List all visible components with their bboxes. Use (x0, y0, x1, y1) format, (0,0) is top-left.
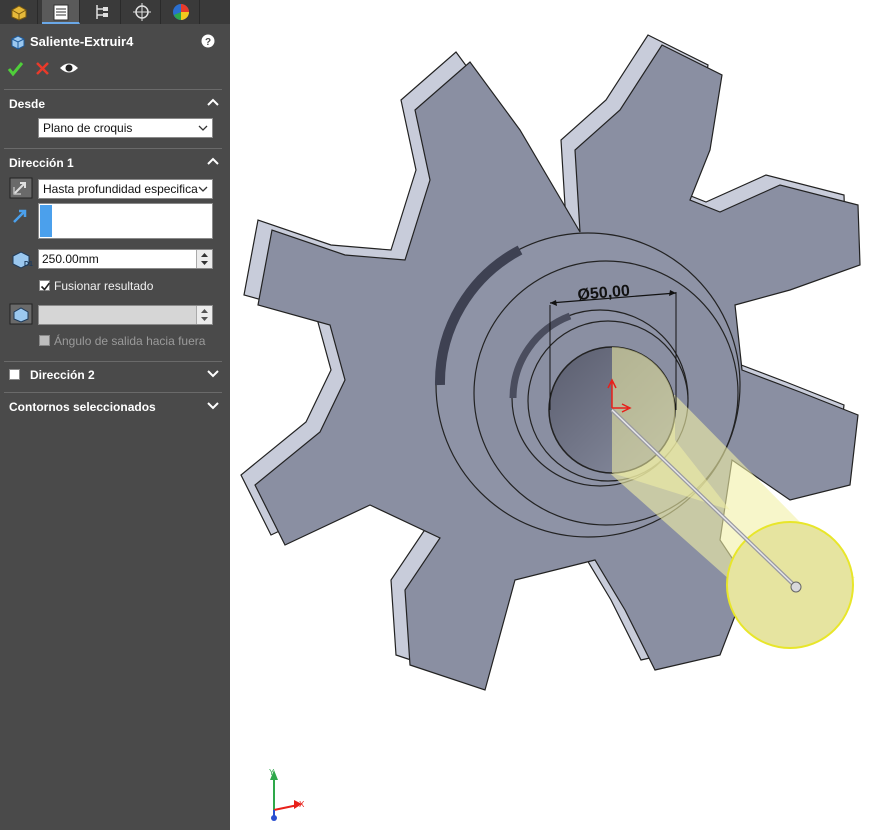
direction-selection-box[interactable] (38, 203, 213, 239)
graphics-viewport[interactable]: Ø50,00 Y X (230, 0, 893, 830)
chevron-up-icon[interactable] (207, 97, 219, 107)
chevron-down-icon (198, 125, 208, 131)
section-contornos-label[interactable]: Contornos seleccionados (9, 400, 156, 414)
triad-y-label: Y (269, 768, 275, 777)
spinner-arrows-icon (201, 309, 208, 321)
end-condition-value: Hasta profundidad especifica (43, 182, 198, 196)
merge-result-checkbox[interactable] (39, 280, 51, 291)
start-condition-select[interactable]: Plano de croquis (38, 118, 213, 138)
separator (4, 148, 222, 149)
display-manager-icon (173, 4, 189, 20)
merge-result-label: Fusionar resultado (54, 279, 154, 293)
property-manager-panel: Saliente-Extruir4 ? Desde Plano de croqu… (0, 0, 230, 830)
draft-outward-checkbox[interactable] (39, 335, 50, 346)
tab-display-manager[interactable] (162, 0, 200, 24)
preview-eye-icon[interactable] (59, 61, 79, 75)
draft-angle-input[interactable] (38, 305, 213, 325)
end-condition-select[interactable]: Hasta profundidad especifica (38, 179, 213, 199)
drag-handle-ball[interactable] (790, 581, 802, 593)
depth-input[interactable]: 250.00mm (38, 249, 213, 269)
feature-title: Saliente-Extruir4 (30, 34, 134, 49)
dimxpert-icon (133, 3, 151, 21)
reverse-direction-icon[interactable] (9, 177, 33, 199)
checkmark-icon (40, 282, 51, 291)
chevron-down-icon (198, 186, 208, 192)
tab-propertymanager[interactable] (42, 0, 80, 24)
view-triad: Y X (269, 768, 305, 821)
spinner-arrows-icon (201, 253, 208, 265)
configurationmanager-icon (96, 5, 108, 19)
chevron-down-icon[interactable] (207, 401, 219, 411)
depth-spinner[interactable] (196, 250, 212, 268)
extrude-boss-icon (11, 35, 25, 50)
draft-icon[interactable] (9, 303, 33, 325)
ok-check-icon[interactable] (7, 60, 24, 77)
tab-featuremanager[interactable] (0, 0, 38, 24)
direction-arrow-icon (13, 209, 27, 223)
depth-value: 250.00mm (42, 252, 99, 266)
tab-configurationmanager[interactable] (83, 0, 121, 24)
draft-spinner[interactable] (196, 306, 212, 324)
gear-model: Ø50,00 Y X (240, 34, 861, 821)
svg-text:D1: D1 (24, 261, 33, 268)
tab-dimxpert[interactable] (123, 0, 161, 24)
propertymanager-icon (53, 4, 69, 21)
help-icon[interactable]: ? (201, 34, 215, 48)
separator (4, 89, 222, 90)
featuremanager-icon (11, 5, 27, 21)
direction2-checkbox[interactable] (9, 369, 20, 380)
chevron-up-icon[interactable] (207, 156, 219, 166)
manager-tabs (0, 0, 230, 24)
section-direccion1-label[interactable]: Dirección 1 (9, 156, 74, 170)
section-direccion2-label[interactable]: Dirección 2 (30, 368, 95, 382)
start-condition-value: Plano de croquis (43, 121, 133, 135)
separator (4, 392, 222, 393)
chevron-down-icon[interactable] (207, 369, 219, 379)
triad-x-label: X (299, 800, 305, 809)
cancel-x-icon[interactable] (35, 61, 50, 76)
svg-text:?: ? (205, 37, 211, 48)
depth-icon: D1 (12, 251, 33, 269)
draft-outward-label: Ángulo de salida hacia fuera (54, 334, 206, 348)
separator (4, 361, 222, 362)
section-desde-label[interactable]: Desde (9, 97, 45, 111)
selection-focus-bar (40, 205, 52, 237)
